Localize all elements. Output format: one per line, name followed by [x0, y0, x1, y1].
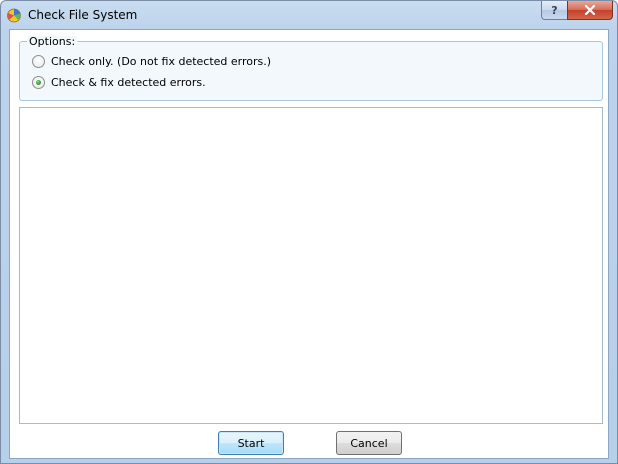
radio-button-selected[interactable]: [32, 75, 45, 89]
radio-label-check-only: Check only. (Do not fix detected errors.…: [51, 54, 272, 68]
output-log-area[interactable]: [19, 107, 603, 424]
close-icon: [584, 5, 596, 15]
window-title: Check File System: [28, 8, 138, 22]
caption-buttons: ?: [541, 1, 613, 20]
start-button[interactable]: Start: [218, 431, 284, 455]
radio-check-and-fix[interactable]: Check & fix detected errors.: [32, 74, 206, 90]
cancel-button[interactable]: Cancel: [336, 431, 402, 455]
title-bar[interactable]: Check File System ?: [1, 1, 617, 29]
options-group: Options: Check only. (Do not fix detecte…: [19, 36, 603, 101]
dialog-client-area: Options: Check only. (Do not fix detecte…: [9, 29, 609, 459]
radio-check-only[interactable]: Check only. (Do not fix detected errors.…: [32, 53, 271, 69]
options-legend: Options:: [27, 35, 78, 48]
dialog-window: Check File System ? Options: Check only.…: [0, 0, 618, 464]
close-button[interactable]: [567, 1, 613, 20]
radio-label-check-and-fix: Check & fix detected errors.: [51, 75, 206, 89]
radio-selected-dot: [36, 79, 41, 85]
pie-chart-app-icon: [7, 8, 21, 23]
radio-button[interactable]: [32, 54, 45, 68]
help-icon: ?: [551, 3, 558, 17]
help-button[interactable]: ?: [541, 1, 567, 20]
